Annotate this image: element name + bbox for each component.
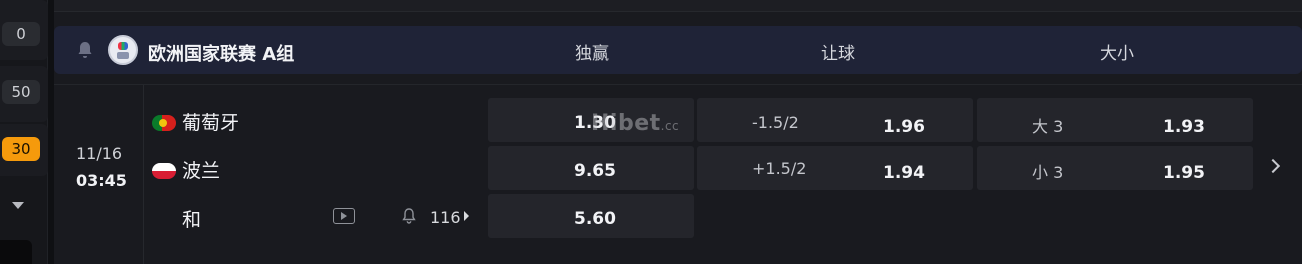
odds-value: 1.93 [1163, 117, 1205, 137]
home-team[interactable]: 葡萄牙 [152, 108, 239, 135]
match-date: 11/16 [76, 144, 123, 163]
sidebar-count-badge: 50 [2, 80, 40, 104]
column-header-moneyline: 独赢 [575, 44, 609, 64]
odds-value: 1.95 [1163, 163, 1205, 183]
league-title: 欧洲国家联赛 A组 [148, 44, 295, 65]
league-header[interactable]: 欧洲国家联赛 A组 独赢 让球 大小 [54, 26, 1302, 74]
sidebar-count-badge-active: 30 [2, 137, 40, 161]
odds-cell-draw[interactable]: 5.60 [488, 194, 694, 238]
chevron-right-icon[interactable] [1265, 158, 1281, 174]
away-team-name: 波兰 [182, 160, 221, 182]
sidebar-card[interactable]: 30 [0, 124, 48, 176]
handicap-line: +1.5/2 [752, 159, 807, 178]
bell-icon[interactable] [76, 40, 94, 60]
odds-cell-under[interactable]: 小 3 1.95 [977, 146, 1253, 190]
odds-cell-home-win[interactable]: 1.30 Hibet.cc [488, 98, 694, 142]
sidebar-count-badge: 0 [2, 22, 40, 46]
away-team[interactable]: 波兰 [152, 156, 220, 183]
watermark-text: Hibet [591, 111, 661, 136]
hibet-watermark: Hibet.cc [591, 111, 679, 136]
odds-value: 9.65 [574, 161, 616, 181]
match-kickoff-time: 03:45 [76, 171, 127, 190]
column-header-totals: 大小 [1100, 44, 1134, 64]
more-markets-count[interactable]: 116 [430, 208, 461, 227]
portugal-flag-icon [152, 115, 176, 131]
odds-cell-handicap-home[interactable]: -1.5/2 1.96 [697, 98, 973, 142]
sidebar-bottom-block [0, 240, 32, 264]
bell-icon[interactable] [401, 207, 417, 225]
previous-section-edge [54, 0, 1302, 12]
odds-value: 1.94 [883, 163, 925, 183]
odds-value: 5.60 [574, 209, 616, 229]
poland-flag-icon [152, 163, 176, 179]
totals-line: 大 3 [1032, 117, 1064, 136]
caret-right-icon[interactable] [464, 211, 469, 221]
match-list-panel: 欧洲国家联赛 A组 独赢 让球 大小 11/16 03:45 葡萄牙 波兰 和 … [54, 0, 1302, 264]
sidebar-card[interactable]: 0 [0, 0, 48, 60]
chevron-down-icon[interactable] [12, 202, 24, 209]
odds-cell-over[interactable]: 大 3 1.93 [977, 98, 1253, 142]
odds-cell-away-win[interactable]: 9.65 [488, 146, 694, 190]
video-icon[interactable] [333, 208, 355, 224]
match-time-column: 11/16 03:45 [54, 85, 144, 264]
totals-line: 小 3 [1032, 163, 1064, 182]
odds-cell-handicap-away[interactable]: +1.5/2 1.94 [697, 146, 973, 190]
sport-sidebar: 0 50 30 [0, 0, 48, 264]
draw-label: 和 [182, 209, 202, 231]
odds-value: 1.96 [883, 117, 925, 137]
handicap-line: -1.5/2 [752, 113, 799, 132]
sidebar-card[interactable]: 50 [0, 66, 48, 122]
match-row: 11/16 03:45 葡萄牙 波兰 和 116 1.30 Hibet.cc 9… [54, 84, 1302, 264]
league-logo-icon [108, 35, 138, 65]
page: 0 50 30 欧洲国家联赛 A组 独赢 让球 大小 11/16 03:45 葡… [0, 0, 1302, 264]
column-header-handicap: 让球 [821, 44, 855, 64]
home-team-name: 葡萄牙 [182, 112, 240, 134]
watermark-suffix: .cc [660, 119, 680, 133]
